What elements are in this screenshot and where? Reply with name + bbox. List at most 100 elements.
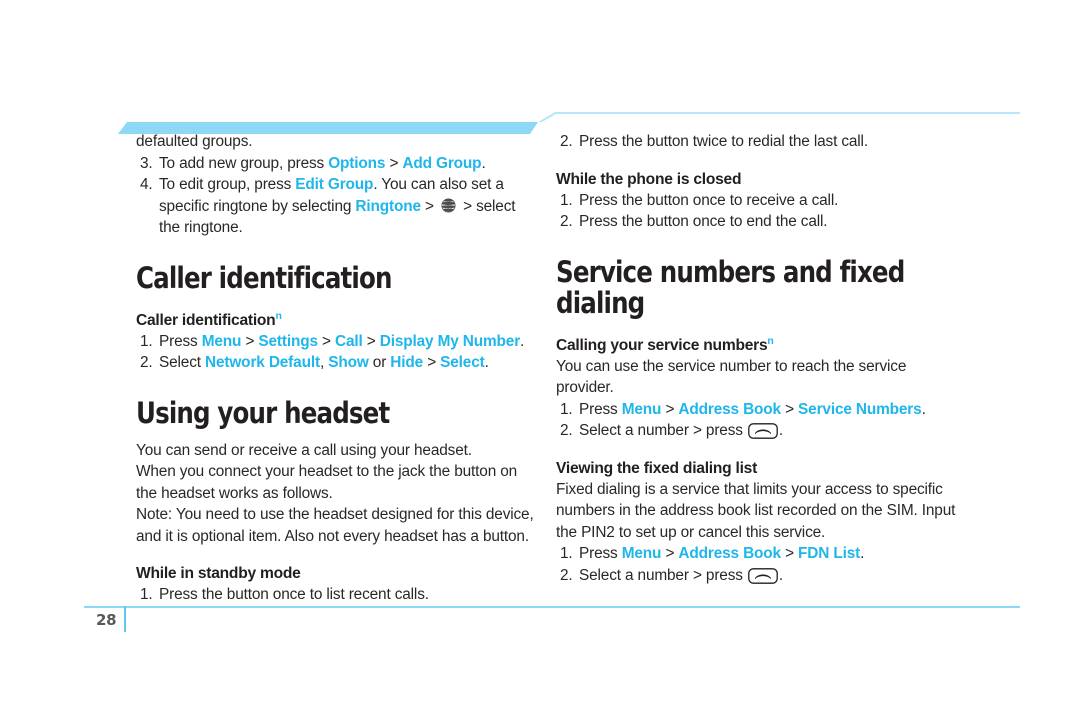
step-text: Press the button once to list recent cal…: [159, 586, 429, 603]
send-key-icon: [748, 423, 778, 439]
list-item: 2. Select Network Default, Show or Hide >…: [136, 352, 536, 374]
caller-id-steps-list: 1. Press Menu > Settings > Call > Display…: [136, 331, 536, 374]
link-display-my-number[interactable]: Display My Number: [380, 333, 520, 350]
separator: >: [423, 354, 441, 371]
separator: >: [420, 197, 438, 215]
att-globe-icon: [439, 196, 458, 215]
link-edit-group[interactable]: Edit Group: [295, 176, 373, 193]
link-options[interactable]: Options: [328, 155, 385, 172]
list-item: 2. Press the button once to end the call.: [556, 211, 956, 233]
link-menu[interactable]: Menu: [202, 333, 242, 350]
list-number: 1.: [140, 332, 153, 350]
subheading-calling-your-service-numbers: Calling your service numbersn: [556, 334, 956, 356]
standby-steps-continued-list: 2. Press the button twice to redial the l…: [556, 131, 956, 153]
calling-steps-list: 1. Press Menu > Address Book > Service Nu…: [556, 399, 956, 442]
step-text: Press the button once to receive a call.: [579, 191, 839, 209]
link-call[interactable]: Call: [335, 333, 363, 350]
page-number: 28: [96, 611, 117, 629]
separator: >: [241, 332, 259, 350]
step-text-suffix: .: [484, 354, 489, 371]
link-ringtone[interactable]: Ringtone: [355, 198, 421, 215]
standby-steps-list: 1. Press the button once to list recent c…: [136, 584, 536, 606]
list-item: 4. To edit group, press Edit Group. You c…: [136, 174, 536, 239]
separator: >: [317, 332, 336, 350]
subheading-text: Calling your service numbers: [556, 336, 768, 354]
subheading-while-the-phone-is-closed: While the phone is closed: [556, 170, 742, 188]
list-item: 1. Press the button once to list recent c…: [136, 584, 536, 606]
separator: >: [780, 545, 799, 562]
conjunction: or: [368, 354, 391, 371]
list-number: 1.: [140, 586, 153, 603]
fdn-steps-list: 1. Press Menu > Address Book > FDN List. …: [556, 543, 956, 586]
separator: ,: [319, 354, 329, 371]
list-number: 2.: [560, 213, 573, 230]
fdn-intro-text: Fixed dialing is a service that limits y…: [556, 480, 956, 541]
list-item: 2. Press the button twice to redial the l…: [556, 131, 956, 153]
list-item: 2. Select a number > press .: [556, 420, 956, 442]
list-item: 1. Press Menu > Settings > Call > Display…: [136, 331, 536, 353]
list-item: 2. Select a number > press .: [556, 565, 956, 587]
separator: >: [458, 197, 477, 215]
headset-paragraph-2: When you connect your headset to the jac…: [136, 463, 518, 502]
separator: >: [661, 545, 679, 562]
left-column: defaulted groups. 3. To add new group, pr…: [136, 131, 536, 606]
headset-paragraph-3: Note: You need to use the headset design…: [136, 506, 534, 545]
separator: >: [362, 332, 380, 350]
footnote-marker: n: [767, 334, 774, 347]
step-text-suffix: .: [778, 566, 784, 584]
heading-service-numbers-and-fixed-dialing: Service numbers and fixed dialing: [556, 254, 905, 320]
step-text: Press the button once to end the call.: [579, 213, 828, 230]
link-network-default[interactable]: Network Default: [205, 354, 320, 371]
link-show[interactable]: Show: [328, 354, 369, 371]
step-text-suffix: .: [520, 332, 525, 350]
step-text-suffix: .: [860, 545, 865, 562]
link-service-numbers[interactable]: Service Numbers: [798, 401, 922, 418]
list-number: 4.: [140, 176, 153, 193]
link-hide[interactable]: Hide: [390, 354, 423, 371]
continued-text: defaulted groups.: [136, 133, 253, 150]
heading-using-your-headset: Using your headset: [136, 395, 390, 430]
step-text-prefix: Select a number > press: [579, 566, 747, 584]
footer-divider-tick: [124, 606, 126, 632]
step-text-prefix: Select: [159, 354, 206, 371]
list-number: 2.: [140, 354, 153, 371]
list-item: 3. To add new group, press Options > Add …: [136, 153, 536, 175]
closed-steps-list: 1. Press the button once to receive a cal…: [556, 190, 956, 233]
link-menu[interactable]: Menu: [622, 401, 662, 418]
link-add-group[interactable]: Add Group: [402, 155, 481, 172]
heading-caller-identification: Caller identification: [136, 260, 392, 295]
headset-paragraph-1: You can send or receive a call using you…: [136, 441, 472, 459]
step-text-prefix: Press: [579, 545, 622, 562]
group-steps-list: 3. To add new group, press Options > Add …: [136, 153, 536, 239]
subheading-caller-identification: Caller identificationn: [136, 310, 536, 331]
link-settings[interactable]: Settings: [258, 333, 318, 350]
subheading-text: Caller identification: [136, 311, 276, 329]
separator: >: [385, 154, 403, 172]
separator: >: [780, 400, 799, 418]
list-item: 1. Press Menu > Address Book > Service Nu…: [556, 399, 956, 421]
list-number: 3.: [140, 154, 153, 172]
step-text-suffix: .: [481, 154, 486, 172]
step-text-prefix: Press: [579, 400, 622, 418]
subheading-viewing-the-fixed-dialing-list: Viewing the fixed dialing list: [556, 459, 758, 477]
step-text-prefix: Press: [159, 332, 202, 350]
list-number: 1.: [560, 191, 573, 209]
link-fdn-list[interactable]: FDN List: [798, 545, 860, 562]
link-address-book[interactable]: Address Book: [678, 401, 781, 418]
list-number: 1.: [560, 400, 573, 418]
footer-rule: [84, 606, 1020, 608]
step-text-prefix: To edit group, press: [159, 176, 296, 193]
list-item: 1. Press Menu > Address Book > FDN List.: [556, 543, 956, 565]
list-item: 1. Press the button once to receive a cal…: [556, 190, 956, 212]
list-number: 1.: [560, 545, 573, 562]
link-menu[interactable]: Menu: [622, 545, 662, 562]
link-address-book[interactable]: Address Book: [678, 545, 781, 562]
link-select[interactable]: Select: [440, 354, 485, 371]
right-column: 2. Press the button twice to redial the l…: [556, 131, 956, 586]
manual-page: defaulted groups. 3. To add new group, pr…: [0, 0, 1080, 714]
step-text-suffix: .: [921, 400, 926, 418]
list-number: 2.: [560, 422, 573, 439]
step-text: Press the button twice to redial the las…: [579, 133, 868, 150]
list-number: 2.: [560, 566, 573, 584]
separator: >: [661, 400, 679, 418]
